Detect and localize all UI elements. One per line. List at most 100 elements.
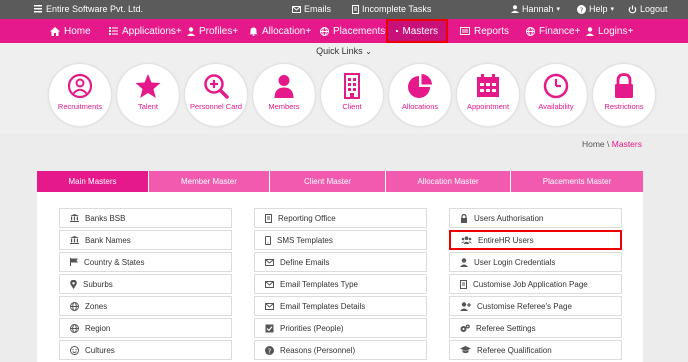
top-bar: Entire Software Pvt. Ltd. Emails Incompl… [0, 0, 688, 19]
list-item-define-emails[interactable]: Define Emails [254, 252, 427, 272]
list-item-email-templates-details[interactable]: Email Templates Details [254, 296, 427, 316]
help-label: Help [589, 4, 608, 14]
user-icon [274, 75, 294, 98]
list-item-reporting-office[interactable]: Reporting Office [254, 208, 427, 228]
quick-link-restrictions[interactable]: Restrictions [593, 64, 655, 126]
user-icon [511, 5, 519, 13]
tab-member-master[interactable]: Member Master [149, 171, 270, 192]
item-label: Banks BSB [85, 213, 126, 223]
incomplete-tasks-label: Incomplete Tasks [362, 4, 432, 14]
zoom-in-icon [204, 74, 229, 99]
globe-icon [70, 301, 79, 311]
list-item-entirehr-users[interactable]: EntireHR Users [449, 230, 622, 250]
help-icon: ? [577, 4, 586, 14]
nav-home[interactable]: Home [50, 19, 91, 43]
chevron-down-icon: ⌄ [365, 47, 372, 56]
tab-main-masters[interactable]: Main Masters [37, 171, 149, 192]
list-item-suburbs[interactable]: Suburbs [59, 274, 232, 294]
nav-reports-label: Reports [474, 25, 510, 37]
breadcrumb-home[interactable]: Home [582, 139, 605, 149]
item-label: Bank Names [85, 235, 131, 245]
user-menu[interactable]: Hannah ▾ [511, 4, 560, 14]
question-circle-icon: ? [265, 345, 274, 355]
logout-label: Logout [640, 4, 668, 14]
list-item-referee-settings[interactable]: Referee Settings [449, 318, 622, 338]
lock-icon [461, 213, 467, 223]
quick-link-allocations[interactable]: Allocations [389, 64, 451, 126]
item-label: Zones [85, 301, 108, 311]
item-label: User Login Credentials [474, 257, 556, 267]
list-item-banks-bsb[interactable]: Banks BSB [59, 208, 232, 228]
nav-profiles[interactable]: Profiles+ [187, 19, 238, 43]
chevron-down-icon: ▾ [556, 6, 561, 13]
list-item-country-states[interactable]: Country & States [59, 252, 232, 272]
smile-icon [70, 345, 79, 355]
list-item-customise-referees-page[interactable]: Customise Referee's Page [449, 296, 622, 316]
globe-icon [320, 26, 329, 36]
lock-icon [615, 73, 633, 98]
emails-link[interactable]: Emails [292, 4, 331, 14]
item-label: Users Authorisation [474, 213, 544, 223]
tab-placements-master[interactable]: Placements Master [511, 171, 643, 192]
quick-link-recruitments[interactable]: Recruitments [49, 64, 111, 126]
star-icon [135, 74, 161, 98]
envelope-icon [265, 302, 274, 310]
nav-masters[interactable]: Masters [386, 19, 448, 43]
clock-icon [543, 73, 569, 99]
help-menu[interactable]: ? Help ▾ [577, 4, 614, 14]
nav-finance[interactable]: Finance+ [526, 19, 580, 43]
quick-link-talent[interactable]: Talent [117, 64, 179, 126]
nav-placements-label: Placements+ [333, 25, 392, 37]
quick-links-toggle[interactable]: Quick Links ⌄ [0, 46, 688, 56]
item-label: Email Templates Type [280, 279, 358, 289]
item-label: Reasons (Personnel) [280, 345, 356, 355]
quick-link-members[interactable]: Members [253, 64, 315, 126]
user-icon [187, 26, 195, 36]
quick-links-title: Quick Links [316, 46, 363, 56]
quick-link-appointment[interactable]: Appointment [457, 64, 519, 126]
nav-logins[interactable]: Logins+ [586, 19, 633, 43]
item-label: SMS Templates [277, 235, 333, 245]
breadcrumb-current: Masters [611, 139, 642, 149]
nav-allocation[interactable]: Allocation+ [249, 19, 311, 43]
nav-masters-label: Masters [402, 25, 438, 37]
svg-text:?: ? [268, 347, 272, 355]
list-item-bank-names[interactable]: Bank Names [59, 230, 232, 250]
breadcrumb-separator: \ [604, 139, 612, 149]
list-item-cultures[interactable]: Cultures [59, 340, 232, 360]
envelope-icon [292, 5, 301, 13]
list-item-customise-job-application-page[interactable]: Customise Job Application Page [449, 274, 622, 294]
main-nav: Home Applications+ Profiles+ Allocation+… [0, 19, 688, 43]
quick-link-availability[interactable]: Availability [525, 64, 587, 126]
quick-link-label: Availability [538, 102, 574, 111]
folder-icon [396, 30, 399, 32]
user-plus-icon [460, 301, 471, 311]
cogs-icon [460, 324, 470, 332]
list-item-users-authorisation[interactable]: Users Authorisation [449, 208, 622, 228]
logout-button[interactable]: Logout [628, 4, 668, 14]
quick-link-client[interactable]: Client [321, 64, 383, 126]
item-label: Region [85, 323, 111, 333]
list-item-zones[interactable]: Zones [59, 296, 232, 316]
brand-name: Entire Software Pvt. Ltd. [46, 4, 144, 14]
nav-applications-label: Applications+ [122, 25, 182, 37]
list-item-user-login-credentials[interactable]: User Login Credentials [449, 252, 622, 272]
quick-link-label: Client [342, 102, 362, 111]
list-item-reasons-personnel[interactable]: ? Reasons (Personnel) [254, 340, 427, 360]
masters-tabs: Main Masters Member Master Client Master… [37, 171, 643, 192]
nav-applications[interactable]: Applications+ [109, 19, 182, 43]
list-item-priorities-people[interactable]: Priorities (People) [254, 318, 427, 338]
list-item-email-templates-type[interactable]: Email Templates Type [254, 274, 427, 294]
nav-reports[interactable]: Reports [460, 19, 509, 43]
tab-allocation-master[interactable]: Allocation Master [386, 171, 511, 192]
incomplete-tasks-link[interactable]: Incomplete Tasks [352, 4, 431, 14]
list-item-region[interactable]: Region [59, 318, 232, 338]
list-item-sms-templates[interactable]: SMS Templates [254, 230, 427, 250]
user-name: Hannah [522, 4, 554, 14]
document-icon [352, 4, 359, 14]
map-marker-icon [70, 279, 77, 289]
quick-link-personnel-card[interactable]: Personnel Card [185, 64, 247, 126]
list-item-referee-qualification[interactable]: Referee Qualification [449, 340, 622, 360]
nav-placements[interactable]: Placements+ [320, 19, 391, 43]
tab-client-master[interactable]: Client Master [270, 171, 386, 192]
